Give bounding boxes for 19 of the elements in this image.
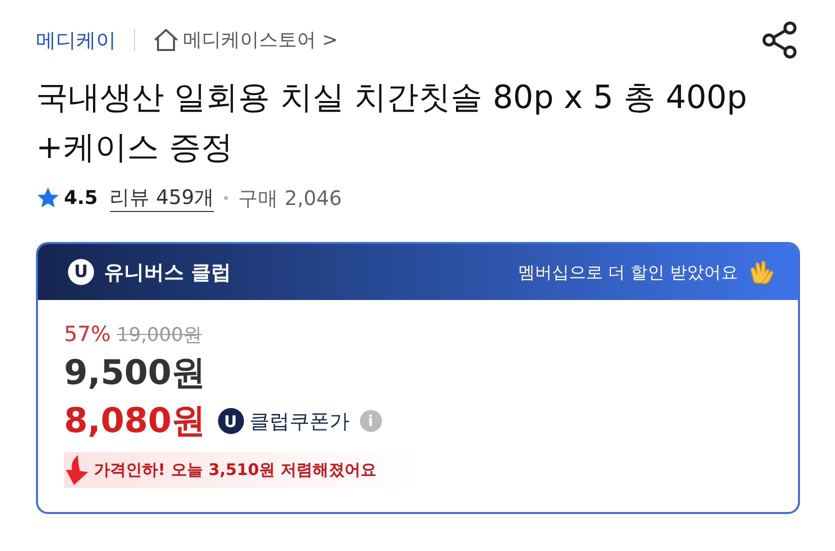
coupon-label: 클럽쿠폰가	[250, 408, 350, 434]
price-drop-text: 가격인하! 오늘 3,510원 저렴해졌어요	[94, 460, 377, 480]
purchase-count: 구매 2,046	[238, 184, 342, 212]
product-title: 국내생산 일회용 치실 치간칫솔 80p x 5 총 400p +케이스 증정	[36, 77, 748, 168]
original-price: 19,000원	[116, 323, 202, 348]
store-link[interactable]: 메디케이스토어 >	[153, 27, 338, 53]
club-name: 유니버스 클럽	[104, 258, 231, 286]
review-count-link[interactable]: 리뷰 459개	[110, 184, 214, 212]
star-icon	[36, 186, 60, 210]
club-badge: U	[68, 259, 94, 285]
down-arrow-icon	[64, 454, 90, 486]
coupon-price: 8,080원	[64, 400, 206, 443]
brand-link[interactable]: 메디케이	[36, 26, 116, 54]
home-icon	[153, 28, 179, 52]
sale-price: 9,500원	[64, 352, 207, 395]
rating-score: 4.5	[64, 187, 98, 209]
club-message: 멤버십으로 더 할인 받았어요	[518, 262, 738, 284]
club-badge: U	[218, 408, 244, 434]
discount-rate: 57%	[64, 322, 111, 346]
